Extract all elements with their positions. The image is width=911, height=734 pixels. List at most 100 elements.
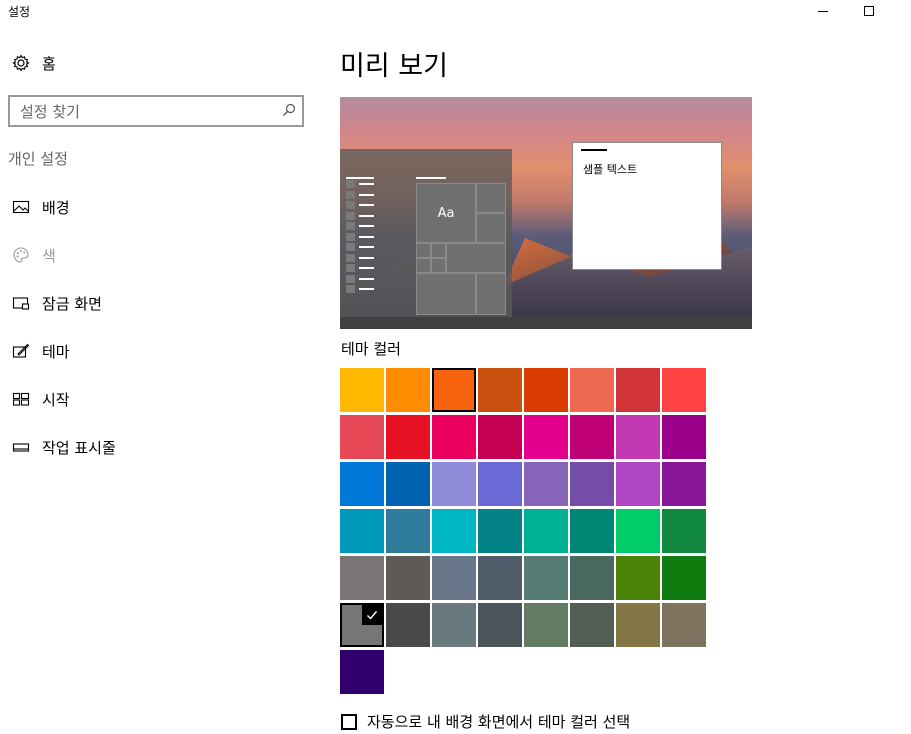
lock-screen-icon: [12, 294, 30, 312]
color-swatch[interactable]: [616, 368, 660, 412]
color-swatch[interactable]: [570, 603, 614, 647]
preview-tile: [476, 213, 506, 243]
color-swatch[interactable]: [524, 415, 568, 459]
preview-tile: [416, 243, 431, 258]
color-swatch[interactable]: [340, 556, 384, 600]
color-swatch[interactable]: [662, 415, 706, 459]
search-input[interactable]: 설정 찾기: [8, 95, 304, 127]
sidebar-item-label: 작업 표시줄: [42, 438, 116, 457]
color-swatch[interactable]: [616, 509, 660, 553]
sidebar-item-label: 색: [42, 246, 56, 265]
window-title: 설정: [8, 5, 31, 19]
color-swatch[interactable]: [524, 368, 568, 412]
maximize-icon: [864, 6, 874, 16]
color-swatch[interactable]: [386, 415, 430, 459]
color-swatch[interactable]: [432, 415, 476, 459]
color-swatch[interactable]: [662, 462, 706, 506]
preview-app-list: [346, 179, 376, 295]
nav-home[interactable]: 홈: [12, 52, 56, 74]
color-swatch[interactable]: [340, 650, 384, 694]
color-swatch[interactable]: [386, 509, 430, 553]
minimize-button[interactable]: [800, 0, 846, 22]
preview-start-menu: Aa: [340, 149, 512, 317]
color-swatch[interactable]: [524, 462, 568, 506]
auto-pick-checkbox[interactable]: 자동으로 내 배경 화면에서 테마 컬러 선택: [341, 711, 630, 732]
color-swatch[interactable]: [432, 556, 476, 600]
color-swatch[interactable]: [340, 462, 384, 506]
color-swatch[interactable]: [570, 462, 614, 506]
palette-icon: [12, 246, 30, 264]
maximize-button[interactable]: [846, 0, 892, 22]
preview-tile: [416, 273, 476, 315]
minimize-icon: [818, 10, 828, 12]
sidebar-item-color[interactable]: 색: [12, 244, 56, 266]
color-swatch[interactable]: [478, 603, 522, 647]
color-swatch[interactable]: [386, 368, 430, 412]
checkmark-icon: [362, 605, 382, 625]
nav-home-label: 홈: [42, 54, 56, 73]
color-swatch[interactable]: [432, 368, 476, 412]
color-swatch[interactable]: [340, 415, 384, 459]
sidebar-item-start[interactable]: 시작: [12, 388, 70, 410]
color-swatch[interactable]: [570, 368, 614, 412]
settings-window: 설정 홈 설정 찾기 개인 설정 배경 색 잠금 화면 테마 시작 작업 표시줄…: [0, 0, 911, 734]
color-swatch[interactable]: [340, 509, 384, 553]
color-swatch[interactable]: [570, 509, 614, 553]
color-swatch[interactable]: [524, 556, 568, 600]
sidebar-item-label: 테마: [42, 342, 70, 361]
color-swatch[interactable]: [340, 603, 384, 647]
color-swatch[interactable]: [478, 462, 522, 506]
color-swatch[interactable]: [386, 603, 430, 647]
color-swatch[interactable]: [386, 556, 430, 600]
preview-tiles: Aa: [416, 183, 506, 315]
preview-tile: [446, 243, 506, 273]
theme-preview: Aa 샘플 텍스트: [340, 97, 752, 329]
color-swatch[interactable]: [478, 415, 522, 459]
color-swatch[interactable]: [478, 556, 522, 600]
preview-taskbar: [340, 317, 752, 329]
preview-tile: [431, 243, 446, 258]
color-swatch[interactable]: [432, 509, 476, 553]
color-swatch[interactable]: [570, 556, 614, 600]
color-swatch[interactable]: [616, 415, 660, 459]
auto-pick-label: 자동으로 내 배경 화면에서 테마 컬러 선택: [367, 713, 631, 731]
sidebar-item-background[interactable]: 배경: [12, 196, 70, 218]
preview-title-accent: [581, 149, 607, 151]
color-swatch[interactable]: [616, 556, 660, 600]
preview-sample-window: 샘플 텍스트: [572, 142, 722, 270]
sidebar-item-theme[interactable]: 테마: [12, 340, 70, 362]
picture-icon: [12, 198, 30, 216]
search-placeholder: 설정 찾기: [20, 103, 80, 121]
color-swatch[interactable]: [570, 415, 614, 459]
preview-start-line: [416, 177, 446, 179]
start-grid-icon: [12, 390, 30, 408]
color-swatch[interactable]: [386, 462, 430, 506]
preview-tile-aa: Aa: [416, 183, 476, 243]
color-swatch[interactable]: [662, 556, 706, 600]
preview-tile: [476, 273, 506, 315]
sidebar-item-lock-screen[interactable]: 잠금 화면: [12, 292, 102, 314]
sidebar-item-label: 잠금 화면: [42, 294, 102, 313]
sidebar-item-taskbar[interactable]: 작업 표시줄: [12, 436, 116, 458]
color-swatch[interactable]: [524, 603, 568, 647]
theme-brush-icon: [12, 342, 30, 360]
preview-tile: [416, 258, 431, 273]
taskbar-icon: [12, 438, 30, 456]
color-swatch[interactable]: [616, 462, 660, 506]
color-swatch[interactable]: [432, 462, 476, 506]
color-swatch[interactable]: [478, 368, 522, 412]
color-swatch[interactable]: [478, 509, 522, 553]
color-swatch[interactable]: [662, 603, 706, 647]
checkbox-box[interactable]: [341, 713, 357, 730]
page-title: 미리 보기: [340, 51, 448, 82]
color-swatch[interactable]: [432, 603, 476, 647]
color-swatch[interactable]: [340, 368, 384, 412]
color-swatch[interactable]: [616, 603, 660, 647]
sidebar-item-label: 시작: [42, 390, 70, 409]
color-swatch[interactable]: [662, 368, 706, 412]
color-swatch[interactable]: [524, 509, 568, 553]
theme-color-label: 테마 컬러: [341, 340, 401, 358]
preview-tile: [431, 258, 446, 273]
search-icon: [283, 103, 296, 116]
color-swatch[interactable]: [662, 509, 706, 553]
